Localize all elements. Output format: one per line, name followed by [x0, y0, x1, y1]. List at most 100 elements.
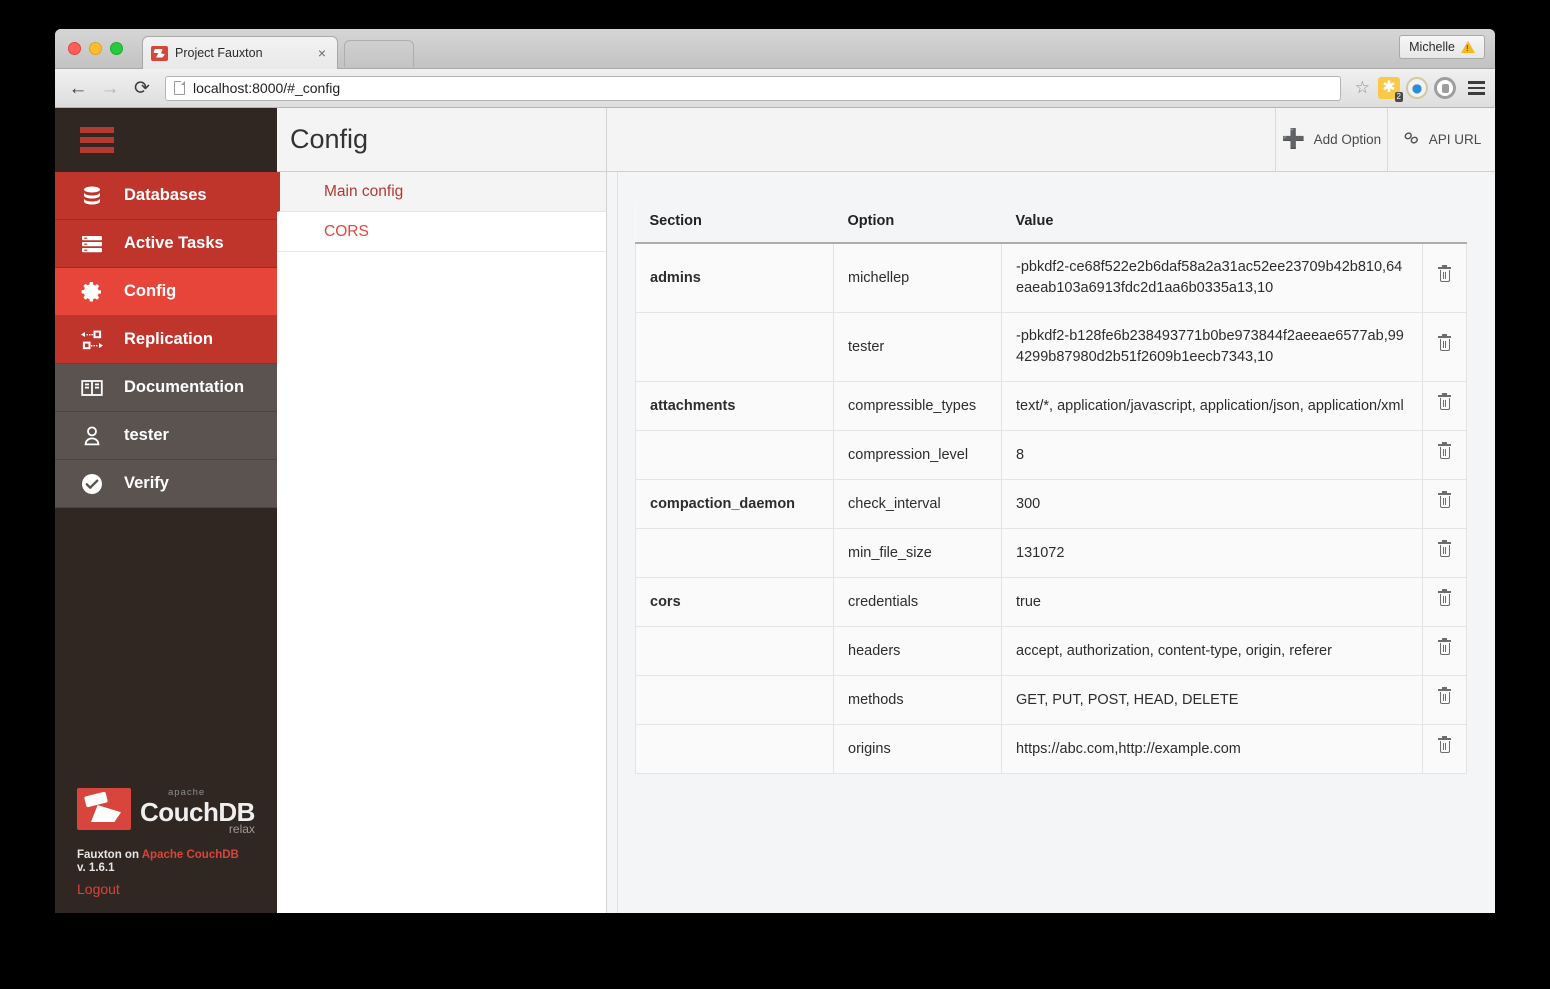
cell-option[interactable]: min_file_size	[833, 528, 1002, 579]
plus-icon: ➕	[1281, 129, 1306, 150]
maximize-window-button[interactable]	[110, 42, 123, 55]
back-button[interactable]: ←	[65, 75, 91, 101]
column-header-delete	[1422, 202, 1467, 244]
main-header: ➕ Add Option API URL	[607, 108, 1495, 172]
cell-value[interactable]: text/*, application/javascript, applicat…	[1001, 381, 1423, 432]
delete-option-button[interactable]	[1422, 675, 1467, 726]
close-window-button[interactable]	[68, 42, 81, 55]
address-bar[interactable]: localhost:8000/#_config	[165, 75, 1341, 101]
trash-icon	[1438, 442, 1451, 460]
cell-section: cors	[635, 577, 834, 628]
delete-option-button[interactable]	[1422, 430, 1467, 481]
delete-option-button[interactable]	[1422, 479, 1467, 530]
delete-option-button[interactable]	[1422, 724, 1467, 775]
column-header-section: Section	[635, 202, 834, 244]
sidebar-footer: apache CouchDB relax Fauxton on Apache C…	[55, 783, 277, 913]
tasks-icon	[79, 231, 105, 257]
table-row: cors credentials true	[635, 577, 1467, 628]
logout-link[interactable]: Logout	[77, 881, 277, 897]
footer-version: v. 1.6.1	[77, 862, 115, 874]
cell-value[interactable]: 300	[1001, 479, 1423, 530]
new-tab-button[interactable]	[344, 40, 414, 67]
extension-clock-icon[interactable]	[1406, 77, 1428, 99]
table-row: origins https://abc.com,http://example.co…	[635, 724, 1467, 775]
sidebar-item-label: tester	[124, 426, 169, 444]
main-content: ➕ Add Option API URL Section Option Valu…	[607, 108, 1495, 913]
cell-value[interactable]: -pbkdf2-b128fe6b238493771b0be973844f2aee…	[1001, 312, 1423, 383]
cell-value[interactable]: accept, authorization, content-type, ori…	[1001, 626, 1423, 677]
sidebar-item-config[interactable]: Config	[55, 268, 277, 316]
fauxton-app: Databases Active Tasks Config Replicatio…	[55, 108, 1495, 913]
cell-option[interactable]: check_interval	[833, 479, 1002, 530]
trash-icon	[1438, 491, 1451, 509]
link-icon	[1402, 130, 1421, 149]
cell-section	[635, 675, 834, 726]
browser-menu-icon[interactable]	[1468, 81, 1485, 95]
cell-value[interactable]: GET, PUT, POST, HEAD, DELETE	[1001, 675, 1423, 726]
delete-option-button[interactable]	[1422, 528, 1467, 579]
cell-section	[635, 724, 834, 775]
sidebar-item-label: Config	[124, 282, 177, 300]
browser-tab[interactable]: Project Fauxton ×	[142, 36, 338, 69]
content-scrollbar[interactable]	[607, 172, 618, 913]
page-title: Config	[290, 124, 369, 154]
extension-block-icon[interactable]	[1434, 77, 1456, 99]
trash-icon	[1438, 589, 1451, 607]
delete-option-button[interactable]	[1422, 626, 1467, 677]
cell-option[interactable]: origins	[833, 724, 1002, 775]
reload-button[interactable]: ⟳	[129, 75, 155, 101]
add-option-button[interactable]: ➕ Add Option	[1275, 108, 1387, 171]
forward-button[interactable]: →	[97, 75, 123, 101]
couchdb-wordmark: apache CouchDB relax	[140, 783, 255, 835]
trash-icon	[1438, 334, 1451, 352]
table-row: attachments compressible_types text/*, app…	[635, 381, 1467, 432]
sidebar-item-replication[interactable]: Replication	[55, 316, 277, 364]
table-row: tester -pbkdf2-b128fe6b238493771b0be97384…	[635, 312, 1467, 383]
sidebar-item-tester[interactable]: tester	[55, 412, 277, 460]
cell-option[interactable]: compressible_types	[833, 381, 1002, 432]
minimize-window-button[interactable]	[89, 42, 102, 55]
cell-section	[635, 312, 834, 383]
window-controls	[68, 42, 123, 55]
cell-value[interactable]: 131072	[1001, 528, 1423, 579]
cell-option[interactable]: methods	[833, 675, 1002, 726]
cell-option[interactable]: headers	[833, 626, 1002, 677]
add-option-label: Add Option	[1313, 132, 1382, 147]
extension-badge-count: 2	[1394, 92, 1403, 102]
cell-option[interactable]: credentials	[833, 577, 1002, 628]
browser-profile-button[interactable]: Michelle	[1399, 35, 1485, 59]
sidebar-item-label: Replication	[124, 330, 213, 348]
bookmark-star-icon[interactable]: ☆	[1355, 78, 1372, 98]
trash-icon	[1438, 736, 1451, 754]
cell-value[interactable]: true	[1001, 577, 1423, 628]
cell-value[interactable]: -pbkdf2-ce68f522e2b6daf58a2a31ac52ee2370…	[1001, 242, 1423, 314]
cell-value[interactable]: https://abc.com,http://example.com	[1001, 724, 1423, 775]
sidebar-toggle-button[interactable]	[55, 108, 277, 172]
cell-section: admins	[635, 242, 834, 314]
cell-option[interactable]: michellep	[833, 242, 1002, 314]
sidebar-item-verify[interactable]: Verify	[55, 460, 277, 508]
config-item-main-config[interactable]: Main config	[277, 172, 606, 212]
config-table-scroll-area[interactable]: Section Option Value admins michellep -pbk…	[607, 172, 1495, 913]
close-tab-icon[interactable]: ×	[315, 46, 329, 60]
sidebar-item-label: Databases	[124, 186, 207, 204]
delete-option-button[interactable]	[1422, 312, 1467, 383]
cell-option[interactable]: tester	[833, 312, 1002, 383]
sidebar-item-label: Active Tasks	[124, 234, 224, 252]
config-item-cors[interactable]: CORS	[277, 212, 606, 252]
cell-value[interactable]: 8	[1001, 430, 1423, 481]
sidebar-item-documentation[interactable]: Documentation	[55, 364, 277, 412]
api-url-button[interactable]: API URL	[1387, 108, 1495, 171]
cell-option[interactable]: compression_level	[833, 430, 1002, 481]
extension-sparkle-icon[interactable]: ✱ 2	[1378, 77, 1403, 102]
delete-option-button[interactable]	[1422, 577, 1467, 628]
apache-couchdb-link[interactable]: Apache CouchDB	[142, 849, 239, 861]
sidebar-item-databases[interactable]: Databases	[55, 172, 277, 220]
hamburger-icon	[80, 127, 114, 153]
sidebar-item-active-tasks[interactable]: Active Tasks	[55, 220, 277, 268]
cell-section: attachments	[635, 381, 834, 432]
table-row: admins michellep -pbkdf2-ce68f522e2b6daf58…	[635, 242, 1467, 314]
couchdb-mark-icon	[77, 788, 131, 830]
delete-option-button[interactable]	[1422, 242, 1467, 314]
delete-option-button[interactable]	[1422, 381, 1467, 432]
